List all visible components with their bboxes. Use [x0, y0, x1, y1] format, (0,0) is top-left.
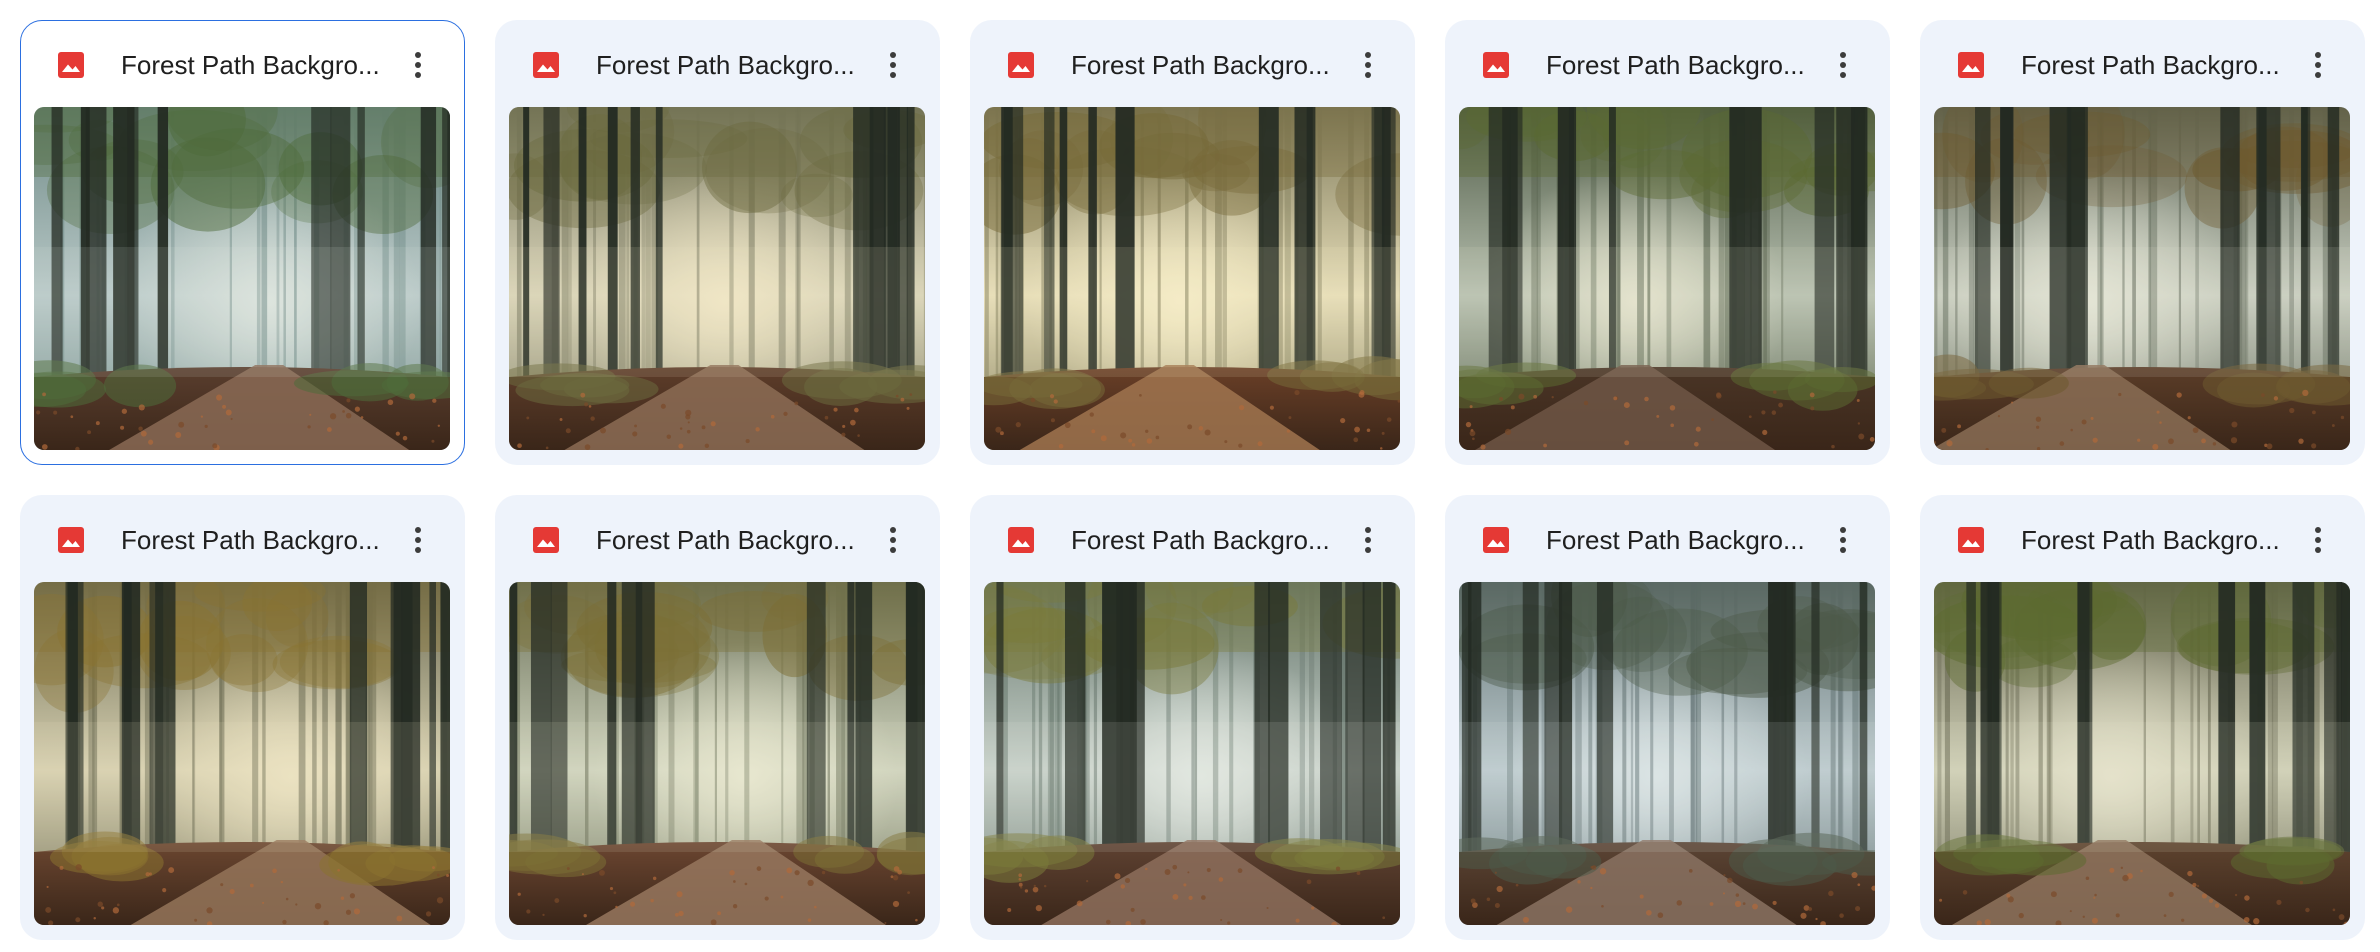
file-name: Forest Path Backgro... [596, 525, 855, 555]
file-card-header: Forest Path Backgro... [1446, 21, 1889, 107]
image-file-icon [55, 49, 87, 81]
forest-path-image [34, 107, 450, 450]
file-name: Forest Path Backgro... [1546, 50, 1805, 80]
more-vert-icon [2315, 52, 2321, 78]
file-card-header: Forest Path Backgro... [1921, 496, 2364, 582]
file-thumbnail[interactable] [984, 582, 1400, 925]
forest-path-image [34, 582, 450, 925]
file-card-6[interactable]: Forest Path Backgro... [20, 495, 465, 940]
file-thumbnail[interactable] [1934, 107, 2350, 450]
more-vert-icon [1840, 52, 1846, 78]
image-file-icon [1005, 524, 1037, 556]
file-card-10[interactable]: Forest Path Backgro... [1920, 495, 2365, 940]
more-options-button[interactable] [873, 45, 913, 85]
file-name: Forest Path Backgro... [1071, 50, 1330, 80]
more-options-button[interactable] [1823, 45, 1863, 85]
more-vert-icon [415, 52, 421, 78]
file-thumbnail[interactable] [34, 107, 450, 450]
more-options-button[interactable] [398, 45, 438, 85]
file-thumbnail[interactable] [1459, 107, 1875, 450]
image-file-icon [1955, 524, 1987, 556]
file-thumbnail[interactable] [984, 107, 1400, 450]
forest-path-image [1459, 582, 1875, 925]
file-card-1[interactable]: Forest Path Backgro... [20, 20, 465, 465]
more-vert-icon [1840, 527, 1846, 553]
more-options-button[interactable] [398, 520, 438, 560]
file-card-header: Forest Path Backgro... [21, 496, 464, 582]
forest-path-image [984, 582, 1400, 925]
image-file-icon [530, 524, 562, 556]
forest-path-image [984, 107, 1400, 450]
file-card-3[interactable]: Forest Path Backgro... [970, 20, 1415, 465]
forest-path-image [1459, 107, 1875, 450]
file-name: Forest Path Backgro... [121, 525, 380, 555]
forest-path-image [1934, 582, 2350, 925]
file-card-8[interactable]: Forest Path Backgro... [970, 495, 1415, 940]
forest-path-image [1934, 107, 2350, 450]
file-card-4[interactable]: Forest Path Backgro... [1445, 20, 1890, 465]
more-options-button[interactable] [2298, 45, 2338, 85]
file-card-5[interactable]: Forest Path Backgro... [1920, 20, 2365, 465]
file-card-header: Forest Path Backgro... [496, 21, 939, 107]
image-file-icon [530, 49, 562, 81]
image-file-icon [1955, 49, 1987, 81]
more-vert-icon [415, 527, 421, 553]
image-file-icon [1480, 49, 1512, 81]
file-thumbnail[interactable] [34, 582, 450, 925]
file-thumbnail[interactable] [1459, 582, 1875, 925]
more-options-button[interactable] [1823, 520, 1863, 560]
more-vert-icon [1365, 527, 1371, 553]
file-name: Forest Path Backgro... [1546, 525, 1805, 555]
file-card-header: Forest Path Backgro... [971, 496, 1414, 582]
file-name: Forest Path Backgro... [121, 50, 380, 80]
image-file-icon [1480, 524, 1512, 556]
file-card-header: Forest Path Backgro... [21, 21, 464, 107]
forest-path-image [509, 107, 925, 450]
more-vert-icon [1365, 52, 1371, 78]
file-name: Forest Path Backgro... [596, 50, 855, 80]
more-options-button[interactable] [2298, 520, 2338, 560]
file-thumbnail[interactable] [509, 107, 925, 450]
file-card-9[interactable]: Forest Path Backgro... [1445, 495, 1890, 940]
more-options-button[interactable] [1348, 45, 1388, 85]
more-vert-icon [890, 52, 896, 78]
image-file-icon [55, 524, 87, 556]
file-thumbnail[interactable] [1934, 582, 2350, 925]
more-options-button[interactable] [873, 520, 913, 560]
file-card-header: Forest Path Backgro... [971, 21, 1414, 107]
file-thumbnail[interactable] [509, 582, 925, 925]
image-file-icon [1005, 49, 1037, 81]
file-name: Forest Path Backgro... [2021, 50, 2280, 80]
file-card-7[interactable]: Forest Path Backgro... [495, 495, 940, 940]
more-options-button[interactable] [1348, 520, 1388, 560]
file-card-header: Forest Path Backgro... [496, 496, 939, 582]
file-name: Forest Path Backgro... [1071, 525, 1330, 555]
file-card-2[interactable]: Forest Path Backgro... [495, 20, 940, 465]
more-vert-icon [2315, 527, 2321, 553]
more-vert-icon [890, 527, 896, 553]
file-card-header: Forest Path Backgro... [1921, 21, 2364, 107]
file-card-header: Forest Path Backgro... [1446, 496, 1889, 582]
file-grid: Forest Path Backgro... Forest Path Backg… [20, 20, 2365, 940]
file-name: Forest Path Backgro... [2021, 525, 2280, 555]
forest-path-image [509, 582, 925, 925]
